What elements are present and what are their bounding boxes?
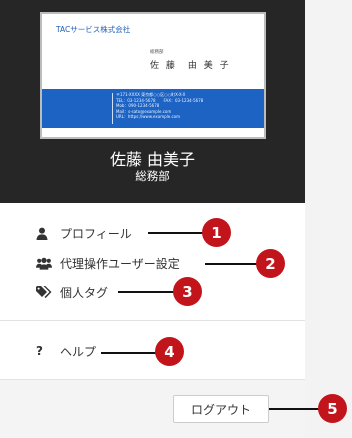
footer-divider [0,379,305,380]
menu-item-profile[interactable]: プロフィール [36,222,132,244]
callout-badge-4: 4 [155,337,184,366]
menu-divider [0,320,305,321]
account-menu-panel: TACサービス株式会社 総務部 佐 藤 由 美 子 〒171-XXXX 東京都○… [0,0,305,438]
profile-header: TACサービス株式会社 総務部 佐 藤 由 美 子 〒171-XXXX 東京都○… [0,0,305,203]
callout-leader-1 [148,232,204,234]
callout-badge-1: 1 [202,218,231,247]
menu-label-personal-tags: 個人タグ [60,285,109,300]
menu-item-help[interactable]: ? ヘルプ [36,340,96,362]
card-url: URL：https://www.example.com [116,114,181,120]
tags-icon [36,285,52,299]
user-department: 総務部 [135,169,170,183]
card-department: 総務部 [150,50,164,55]
callout-badge-3: 3 [173,277,202,306]
callout-leader-4 [101,352,157,354]
callout-leader-5 [269,408,321,410]
callout-badge-2: 2 [256,249,285,278]
callout-badge-5: 5 [318,394,347,423]
menu-item-delegate-users[interactable]: 代理操作ユーザー設定 [36,252,180,274]
logout-button[interactable]: ログアウト [173,395,269,423]
business-card-image: TACサービス株式会社 総務部 佐 藤 由 美 子 〒171-XXXX 東京都○… [40,12,266,139]
menu-item-personal-tags[interactable]: 個人タグ [36,281,108,303]
user-name: 佐藤 由美子 [109,150,196,169]
person-icon [36,226,52,240]
card-contact-lines: 〒171-XXXX 東京都○○区○○町X-X-X TEL：03-1234-567… [116,92,203,120]
card-band-rule [112,93,113,124]
users-icon [36,256,52,270]
callout-leader-3 [118,291,175,293]
callout-leader-2 [205,263,259,265]
card-company-name: TACサービス株式会社 [56,25,131,34]
question-mark-icon: ? [36,344,43,358]
card-contact-band: 〒171-XXXX 東京都○○区○○町X-X-X TEL：03-1234-567… [42,89,264,128]
menu-label-help: ヘルプ [60,344,97,359]
menu-label-profile: プロフィール [60,226,132,241]
menu-label-delegate-users: 代理操作ユーザー設定 [60,256,180,271]
card-person-name: 佐 藤 由 美 子 [150,61,231,71]
